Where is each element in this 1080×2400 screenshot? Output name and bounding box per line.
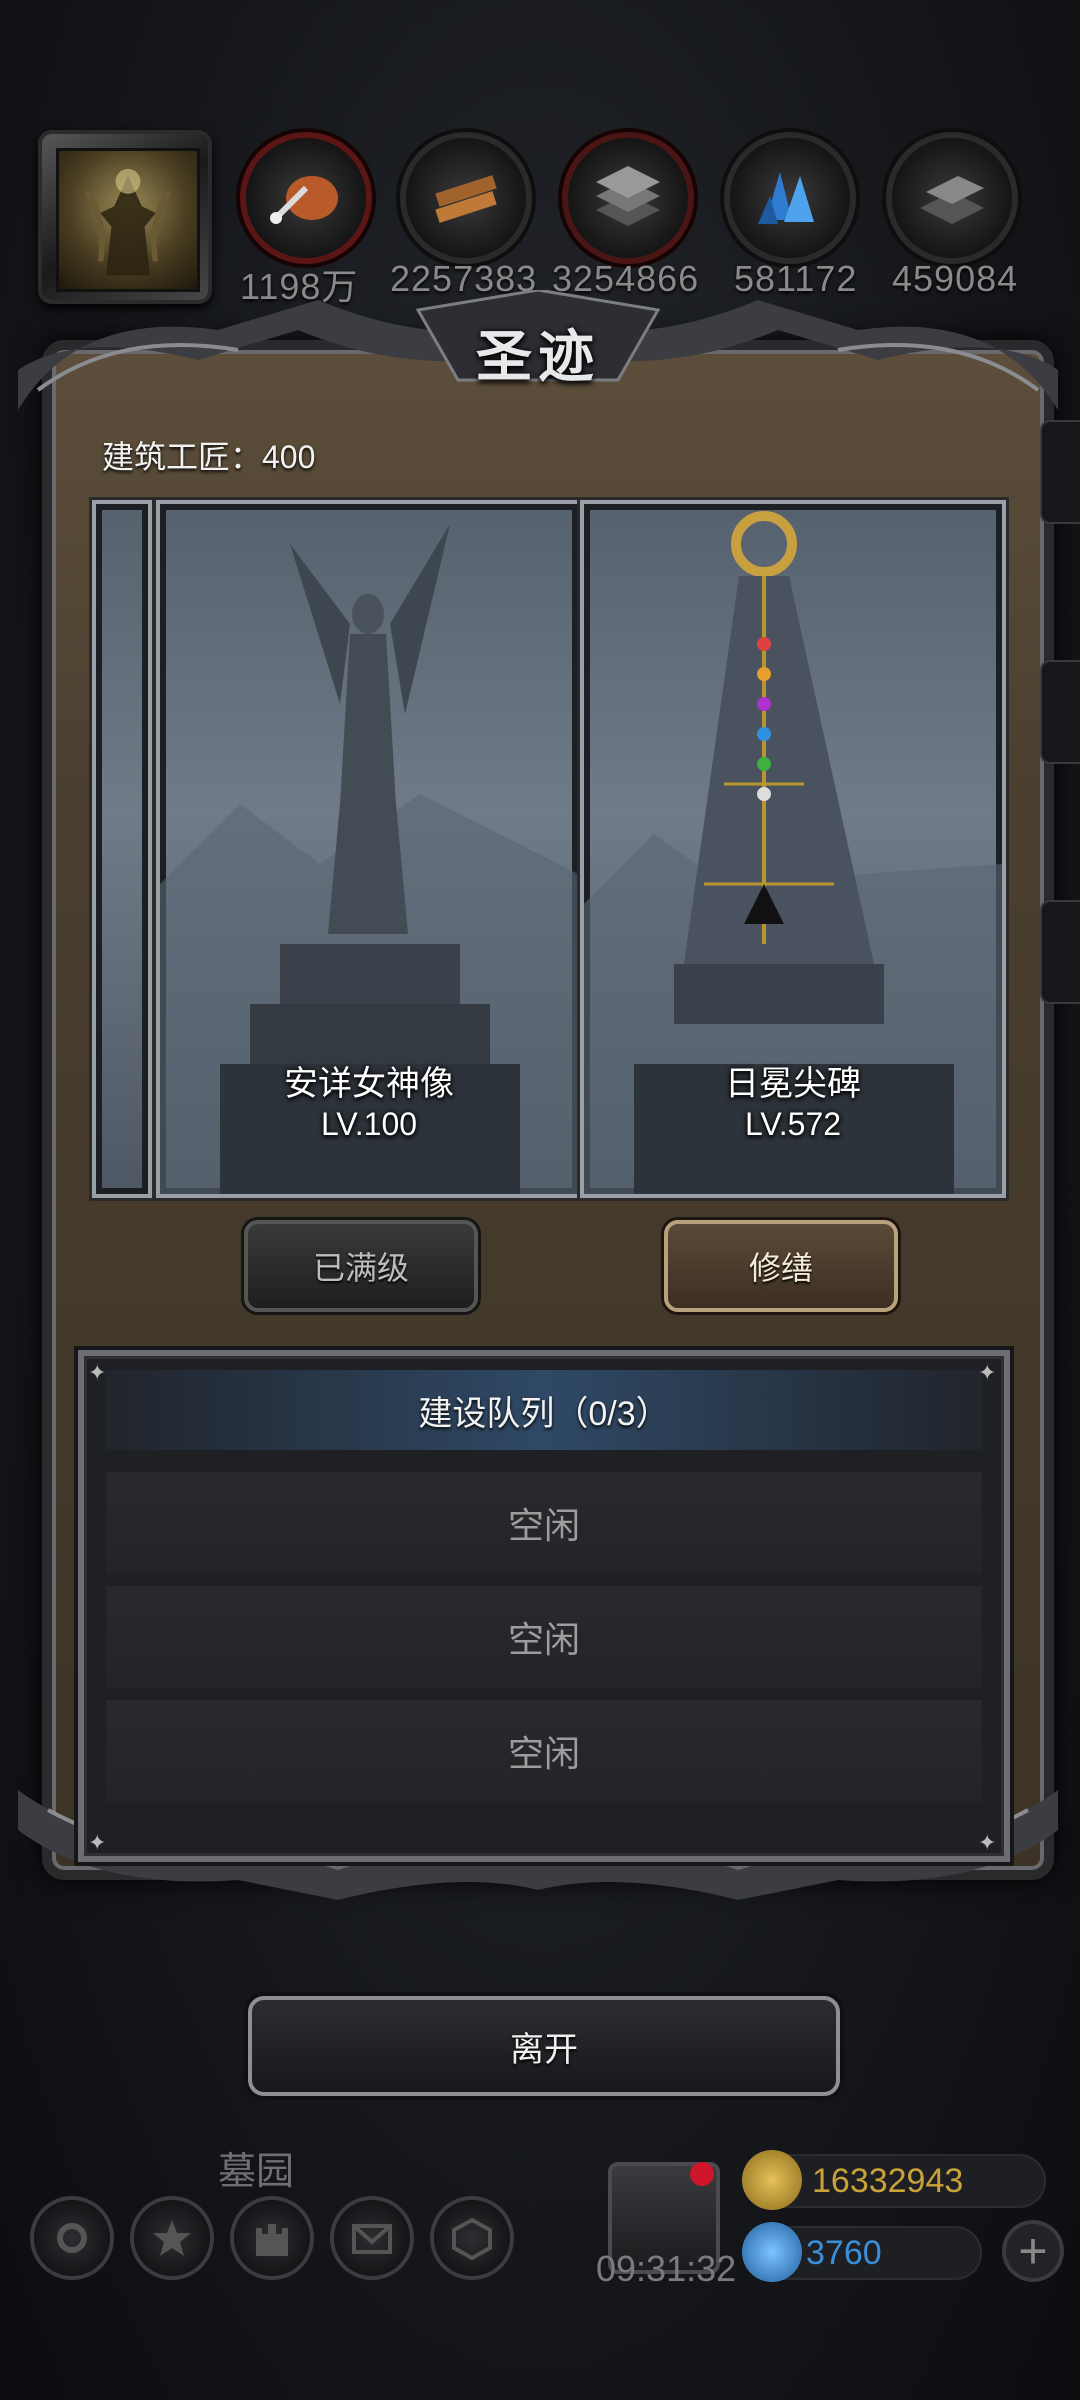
build-queue-title: 建设队列（0/3） [106,1370,982,1450]
corner-star-icon: ✦ [978,1830,997,1855]
gem-icon [742,2222,802,2282]
building-level: LV.100 [320,1106,418,1142]
gem-counter[interactable]: 3760 [742,2222,982,2282]
castle-icon[interactable] [234,2200,310,2276]
max-level-button: 已满级 [244,1220,478,1312]
panel-title: 圣迹 [476,324,600,390]
side-tab[interactable] [1040,660,1080,764]
build-queue: 建设队列（0/3） 空闲 空闲 空闲 ✦ ✦ ✦ ✦ [78,1350,1010,1862]
location-label: 墓园 [218,2151,295,2193]
mail-icon[interactable] [334,2200,410,2276]
player-avatar[interactable] [38,130,212,304]
achievement-icon[interactable] [134,2200,210,2276]
cube-icon[interactable] [434,2200,510,2276]
sanctum-panel: 圣迹 建筑工匠：400 安详女神像 LV.100 日冕尖碑 LV.572 已满级… [18,290,1058,1900]
builder-count: 建筑工匠：400 [102,439,316,475]
corner-star-icon: ✦ [88,1830,107,1855]
side-tab[interactable] [1040,900,1080,1004]
building-card-goddess-statue[interactable]: 安详女神像 LV.100 [156,500,582,1198]
add-gems-button[interactable]: + [1006,2224,1060,2278]
side-tab[interactable] [1040,420,1080,524]
gem-amount: 3760 [806,2234,882,2272]
building-name: 安详女神像 [284,1065,454,1103]
gold-counter[interactable]: 16332943 [742,2150,1046,2210]
repair-button[interactable]: 修缮 [664,1220,898,1312]
wood-resource-icon[interactable] [406,138,526,258]
food-resource-icon[interactable] [246,138,366,258]
corner-star-icon: ✦ [88,1360,107,1385]
building-card-corona-obelisk[interactable]: 日冕尖碑 LV.572 [580,500,1006,1198]
resource-bar: 1198万 2257383 3254866 581172 459084 [0,130,1080,307]
gold-amount: 16332943 [812,2162,964,2200]
avatar-portrait [56,148,200,292]
queue-slot[interactable]: 空闲 [106,1586,982,1688]
notification-dot [690,2162,714,2186]
crystal-resource-icon[interactable] [730,138,850,258]
gift-timer: 09:31:32 [596,2248,737,2289]
gold-coin-icon [742,2150,802,2210]
queue-slot[interactable]: 空闲 [106,1700,982,1802]
leave-button[interactable]: 离开 [248,1996,840,2096]
stone-resource-icon[interactable] [568,138,688,258]
corner-star-icon: ✦ [978,1360,997,1385]
building-level: LV.572 [744,1106,842,1142]
building-card-partial[interactable] [92,500,152,1198]
queue-slot[interactable]: 空闲 [106,1472,982,1574]
building-name: 日冕尖碑 [725,1065,861,1103]
settings-icon[interactable] [34,2200,110,2276]
iron-resource-icon[interactable] [892,138,1012,258]
